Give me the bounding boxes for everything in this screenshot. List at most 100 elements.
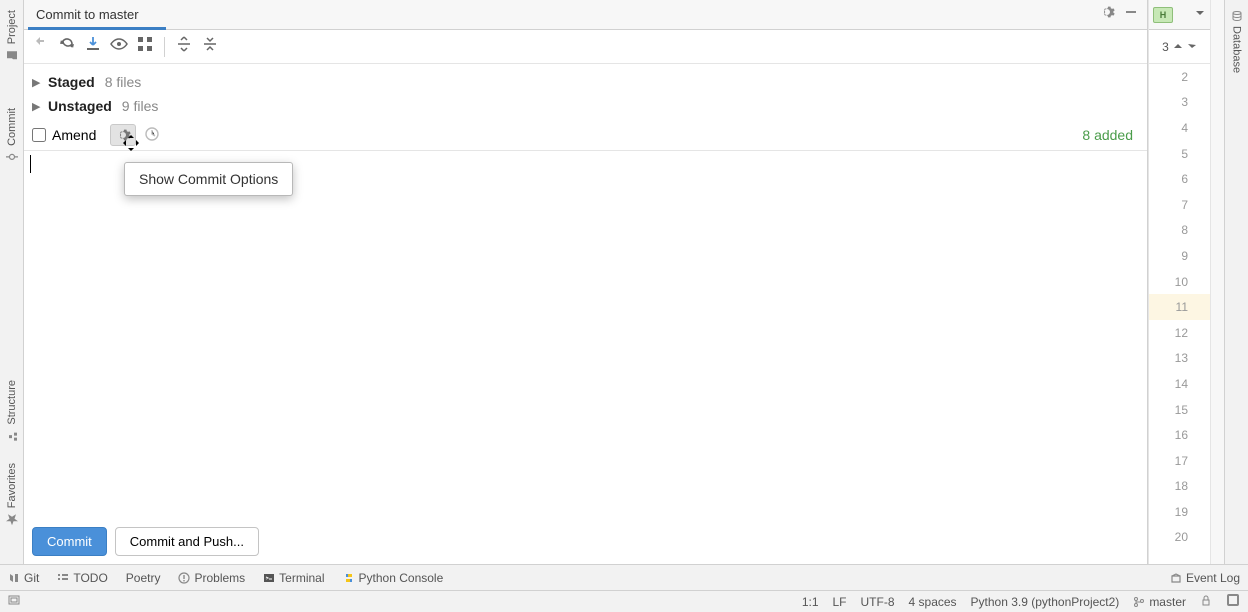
group-icon[interactable] — [134, 33, 156, 60]
structure-icon — [5, 429, 19, 443]
active-tab-underline — [28, 27, 166, 30]
history-icon[interactable] — [144, 126, 160, 145]
line-number: 20 — [1149, 525, 1210, 551]
chevron-up-icon[interactable] — [1173, 40, 1183, 54]
tooltip: Show Commit Options — [124, 162, 293, 196]
bottom-tool-tabs: Git TODO Poetry Problems Terminal Python… — [0, 564, 1248, 590]
panel-title: Commit to master — [36, 7, 1099, 22]
line-number: 11 — [1149, 294, 1210, 320]
rollback-icon[interactable] — [30, 33, 52, 60]
editor-gutter-panel: H 3 234567891011121314151617181920 — [1148, 0, 1210, 564]
rail-tab-favorites[interactable]: Favorites — [5, 457, 19, 532]
line-number: 8 — [1149, 218, 1210, 244]
minimize-icon[interactable] — [1123, 4, 1139, 25]
staged-label: Staged — [48, 74, 95, 90]
ide-icon[interactable] — [1226, 593, 1240, 610]
staged-row[interactable]: ▶ Staged 8 files — [32, 70, 1139, 94]
left-tool-rail: Project Commit Structure Favorites — [0, 0, 24, 564]
line-number: 4 — [1149, 115, 1210, 141]
line-number: 13 — [1149, 346, 1210, 372]
commit-icon — [5, 150, 19, 164]
folder-icon — [5, 48, 19, 62]
tab-event-log[interactable]: Event Log — [1170, 571, 1240, 585]
status-branch[interactable]: master — [1133, 595, 1186, 609]
line-number: 9 — [1149, 243, 1210, 269]
tab-event-log-label: Event Log — [1186, 571, 1240, 585]
file-type-badge: H — [1153, 7, 1173, 23]
eye-icon[interactable] — [108, 33, 130, 60]
status-branch-label: master — [1149, 595, 1186, 609]
database-icon — [1231, 10, 1243, 22]
lock-icon[interactable] — [1200, 594, 1212, 609]
rail-tab-project[interactable]: Project — [5, 4, 19, 68]
line-number: 19 — [1149, 499, 1210, 525]
commit-and-push-button[interactable]: Commit and Push... — [115, 527, 259, 556]
line-number: 6 — [1149, 166, 1210, 192]
status-icon[interactable] — [8, 593, 22, 610]
commit-toolbar — [24, 30, 1147, 64]
line-number: 2 — [1149, 64, 1210, 90]
tooltip-text: Show Commit Options — [139, 171, 278, 187]
commit-message-input[interactable] — [24, 151, 1147, 519]
chevron-right-icon[interactable]: ▶ — [32, 100, 42, 113]
rail-tab-database-label: Database — [1231, 26, 1243, 73]
line-number: 14 — [1149, 371, 1210, 397]
commit-button-row: Commit Commit and Push... — [24, 519, 1147, 564]
tab-poetry-label: Poetry — [126, 571, 161, 585]
text-caret — [30, 155, 31, 173]
line-number: 18 — [1149, 474, 1210, 500]
unstaged-row[interactable]: ▶ Unstaged 9 files — [32, 94, 1139, 118]
status-line-sep[interactable]: LF — [833, 595, 847, 609]
status-encoding[interactable]: UTF-8 — [861, 595, 895, 609]
status-sdk[interactable]: Python 3.9 (pythonProject2) — [971, 595, 1120, 609]
unstaged-label: Unstaged — [48, 98, 112, 114]
chevron-right-icon[interactable]: ▶ — [32, 76, 42, 89]
download-icon[interactable] — [82, 33, 104, 60]
tab-problems[interactable]: Problems — [178, 571, 245, 585]
line-number: 16 — [1149, 422, 1210, 448]
commit-panel: Commit to master — [24, 0, 1148, 564]
tab-git[interactable]: Git — [8, 571, 39, 585]
search-count: 3 — [1162, 40, 1169, 54]
rail-tab-commit[interactable]: Commit — [5, 102, 19, 170]
gear-icon[interactable] — [1099, 4, 1115, 25]
rail-tab-database[interactable]: Database — [1231, 4, 1243, 79]
line-numbers: 234567891011121314151617181920 — [1149, 64, 1210, 564]
tab-git-label: Git — [24, 571, 39, 585]
refresh-icon[interactable] — [56, 33, 78, 60]
rail-tab-project-label: Project — [6, 10, 18, 44]
changes-list: ▶ Staged 8 files ▶ Unstaged 9 files — [24, 64, 1147, 120]
line-number: 3 — [1149, 90, 1210, 116]
tab-terminal[interactable]: Terminal — [263, 571, 324, 585]
tab-problems-label: Problems — [194, 571, 245, 585]
status-position[interactable]: 1:1 — [802, 595, 819, 609]
status-indent[interactable]: 4 spaces — [909, 595, 957, 609]
expand-icon[interactable] — [173, 33, 195, 60]
line-number: 7 — [1149, 192, 1210, 218]
collapse-icon[interactable] — [199, 33, 221, 60]
added-count: 8 added — [1082, 127, 1139, 143]
editor-scrollbar[interactable] — [1210, 0, 1224, 564]
commit-button[interactable]: Commit — [32, 527, 107, 556]
panel-header: Commit to master — [24, 0, 1147, 30]
tab-poetry[interactable]: Poetry — [126, 571, 161, 585]
amend-checkbox[interactable] — [32, 128, 46, 142]
gutter-header: H — [1149, 0, 1210, 30]
resize-cursor-icon — [122, 134, 140, 152]
rail-tab-favorites-label: Favorites — [6, 463, 18, 508]
rail-tab-structure-label: Structure — [6, 380, 18, 425]
right-tool-rail: Database — [1224, 0, 1248, 564]
tab-todo[interactable]: TODO — [57, 571, 107, 585]
rail-tab-structure[interactable]: Structure — [5, 374, 19, 449]
chevron-down-icon[interactable] — [1187, 40, 1197, 54]
tab-python-console-label: Python Console — [359, 571, 444, 585]
status-bar: 1:1 LF UTF-8 4 spaces Python 3.9 (python… — [0, 590, 1248, 612]
tab-python-console[interactable]: Python Console — [343, 571, 444, 585]
line-number: 17 — [1149, 448, 1210, 474]
chevron-down-icon[interactable] — [1194, 6, 1206, 24]
tab-todo-label: TODO — [73, 571, 107, 585]
amend-row: Amend 8 added Show Commit Options — [24, 120, 1147, 151]
gutter-search-nav: 3 — [1149, 30, 1210, 64]
rail-tab-commit-label: Commit — [6, 108, 18, 146]
amend-label: Amend — [52, 127, 96, 143]
